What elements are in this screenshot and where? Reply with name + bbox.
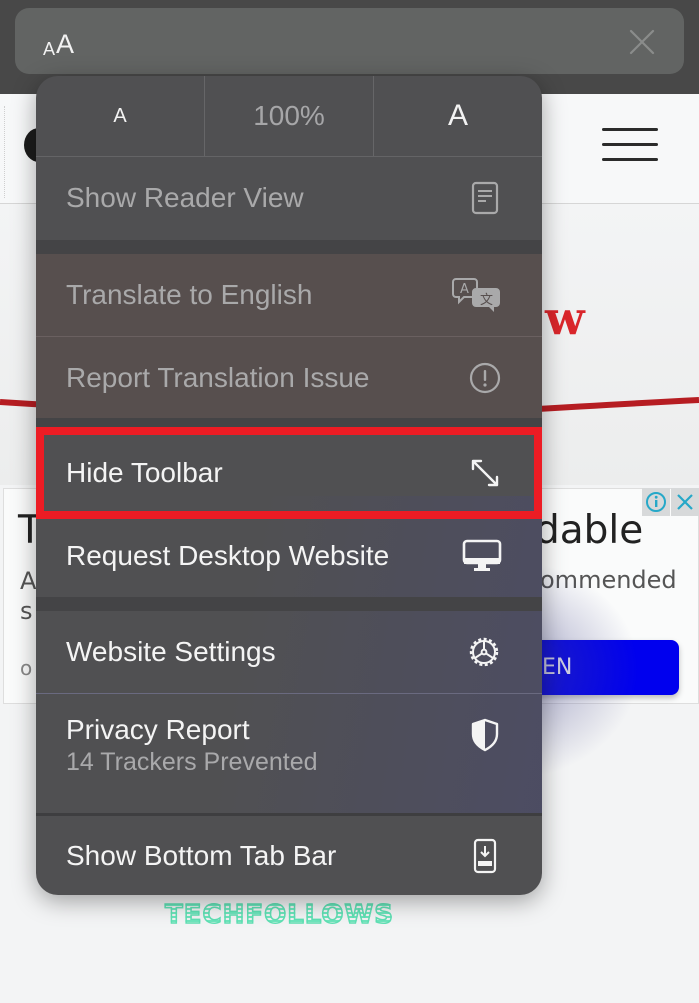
page-settings-menu: A 100% A Show Reader View Translate to E… bbox=[36, 76, 542, 895]
menu-item-hide-toolbar[interactable]: Hide Toolbar bbox=[36, 432, 542, 514]
zoom-level-button[interactable]: 100% bbox=[205, 76, 374, 156]
section-divider bbox=[36, 597, 542, 611]
gear-icon bbox=[466, 634, 502, 670]
menu-item-label: Privacy Report bbox=[66, 714, 250, 745]
aa-small-glyph: A bbox=[43, 39, 56, 59]
menu-item-request-desktop-website[interactable]: Request Desktop Website bbox=[36, 515, 542, 597]
expand-arrows-icon bbox=[468, 456, 502, 490]
increase-font-button[interactable]: A bbox=[374, 76, 542, 156]
menu-item-label: Hide Toolbar bbox=[66, 457, 223, 488]
address-bar[interactable]: A A bbox=[15, 8, 684, 74]
menu-item-label: Translate to English bbox=[66, 279, 313, 310]
menu-item-label: Request Desktop Website bbox=[66, 540, 390, 571]
font-size-controls: A 100% A bbox=[36, 76, 542, 156]
hamburger-menu-icon[interactable] bbox=[602, 128, 658, 164]
exclamation-circle-icon bbox=[468, 361, 502, 395]
section-divider bbox=[36, 240, 542, 254]
ad-subtitle-right: ommended bbox=[540, 566, 677, 594]
menu-item-privacy-report[interactable]: Privacy Report 14 Trackers Prevented bbox=[36, 694, 542, 813]
shield-icon bbox=[468, 718, 502, 752]
ad-title-right: dable bbox=[535, 508, 644, 553]
close-icon[interactable] bbox=[628, 28, 656, 56]
bottom-tab-bar-icon bbox=[468, 838, 502, 873]
menu-item-show-reader-view[interactable]: Show Reader View bbox=[36, 157, 542, 239]
ad-small-text: o bbox=[20, 656, 33, 680]
menu-item-translate-to-english[interactable]: Translate to English A 文 bbox=[36, 254, 542, 336]
decrease-font-button[interactable]: A bbox=[36, 76, 205, 156]
svg-text:文: 文 bbox=[480, 293, 493, 308]
privacy-report-text: Privacy Report 14 Trackers Prevented bbox=[66, 714, 318, 777]
hero-logo-letter: w bbox=[545, 291, 585, 345]
ad-cta-button[interactable]: EN bbox=[520, 640, 679, 695]
ad-subtitle-left-2: s bbox=[20, 597, 33, 625]
menu-item-show-bottom-tab-bar[interactable]: Show Bottom Tab Bar bbox=[36, 816, 542, 895]
watermark: TECHFOLLOWS bbox=[164, 899, 394, 931]
menu-item-label: Show Reader View bbox=[66, 182, 304, 213]
text-size-button[interactable]: A A bbox=[43, 24, 75, 59]
menu-item-website-settings[interactable]: Website Settings bbox=[36, 611, 542, 693]
page-edge-line bbox=[4, 106, 5, 198]
svg-text:A: A bbox=[460, 282, 469, 297]
aa-large-glyph: A bbox=[56, 29, 75, 59]
trackers-prevented-count: 14 Trackers Prevented bbox=[66, 748, 318, 776]
ad-subtitle-left-1: A bbox=[20, 567, 37, 595]
translate-icon: A 文 bbox=[452, 278, 502, 312]
ad-subtitle-left: A s bbox=[20, 566, 36, 626]
section-divider bbox=[36, 418, 542, 432]
info-icon[interactable] bbox=[642, 488, 670, 516]
menu-item-label: Show Bottom Tab Bar bbox=[66, 839, 337, 871]
reader-view-icon bbox=[468, 181, 502, 215]
menu-item-label: Report Translation Issue bbox=[66, 361, 370, 393]
desktop-icon bbox=[462, 539, 502, 573]
menu-item-label: Website Settings bbox=[66, 636, 276, 667]
ad-close-icon[interactable] bbox=[671, 488, 699, 516]
menu-item-report-translation-issue[interactable]: Report Translation Issue bbox=[36, 337, 542, 418]
